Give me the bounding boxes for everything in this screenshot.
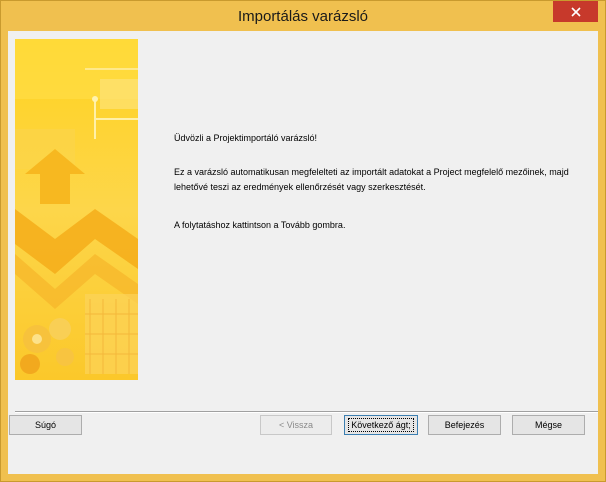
instruction-text: A folytatáshoz kattintson a Tovább gombr…	[174, 220, 346, 230]
wizard-banner	[15, 39, 138, 380]
button-divider	[15, 411, 598, 413]
finish-button[interactable]: Befejezés	[428, 415, 501, 435]
dialog-client-area: Üdvözli a Projektimportáló varázsló! Ez …	[8, 31, 598, 474]
import-wizard-window: Importálás varázsló Üdvözli a Projektimp…	[0, 0, 606, 482]
close-button[interactable]	[553, 1, 598, 22]
title-bar[interactable]: Importálás varázsló	[1, 1, 605, 31]
close-icon	[570, 6, 581, 17]
wizard-banner-graphic	[15, 39, 138, 380]
cancel-button[interactable]: Mégse	[512, 415, 585, 435]
window-title: Importálás varázsló	[237, 8, 369, 25]
welcome-text: Üdvözli a Projektimportáló varázsló!	[174, 133, 318, 143]
back-button[interactable]: < Vissza	[260, 415, 332, 435]
help-button[interactable]: Súgó	[9, 415, 82, 435]
description-text: Ez a varázsló automatikusan megfelelteti…	[174, 167, 569, 192]
next-button-label: Következő ágt;	[348, 418, 414, 432]
next-button[interactable]: Következő ágt;	[344, 415, 418, 435]
